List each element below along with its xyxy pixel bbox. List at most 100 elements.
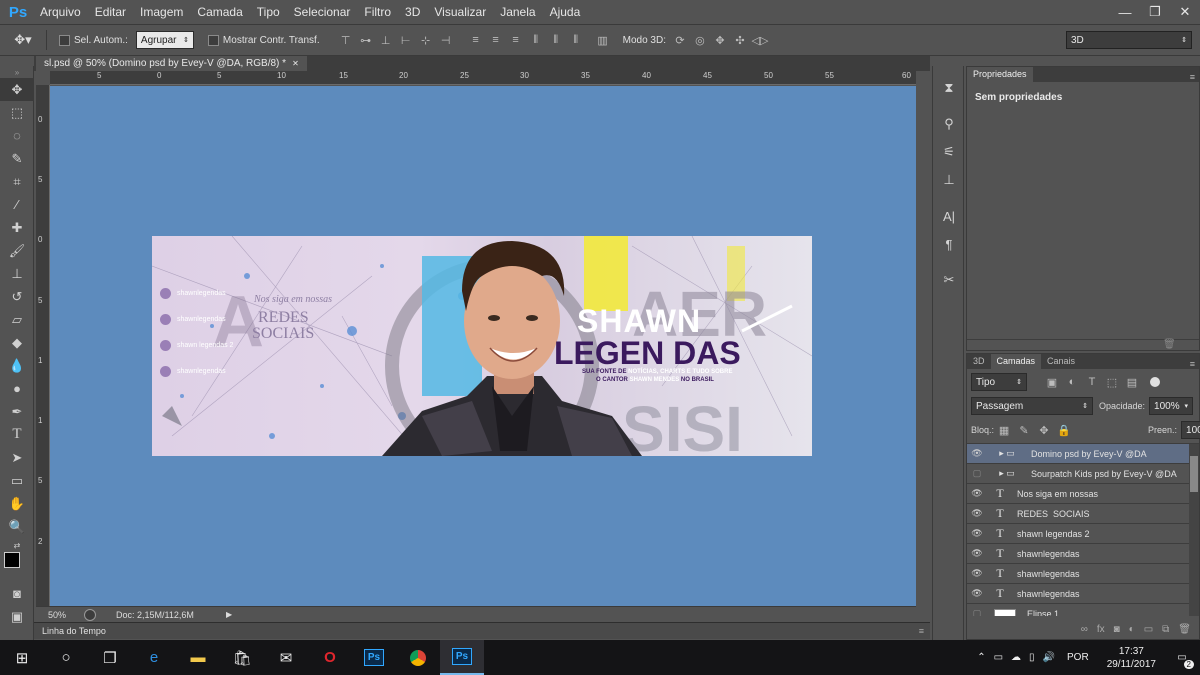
distribute-hcenter-icon[interactable]: ⫴ (549, 33, 563, 47)
eye-icon[interactable]: 👁 (967, 508, 987, 519)
panel-menu-icon[interactable]: ≡ (919, 626, 924, 636)
align-hcenter-icon[interactable]: ⊹ (419, 33, 433, 47)
eye-icon[interactable]: 👁 (967, 568, 987, 579)
zoom-tool-icon[interactable]: 🔍 (0, 515, 34, 538)
clone-stamp-tool-icon[interactable]: ⊥ (0, 262, 34, 285)
roll-3d-icon[interactable]: ◎ (693, 33, 707, 47)
screen-mode-icon[interactable]: ▣ (0, 605, 34, 628)
eye-icon[interactable]: 👁 (967, 488, 987, 499)
type-tool-icon[interactable]: T (0, 423, 34, 446)
menu-camada[interactable]: Camada (190, 0, 249, 24)
canvas-area[interactable]: A AER SISI shawnlegendas shawnlegendas s… (50, 86, 916, 607)
layer-row[interactable]: 👁 T REDES SOCIAIS (967, 504, 1189, 524)
swap-colors-icon[interactable]: ⇄ (0, 538, 34, 552)
menu-visualizar[interactable]: Visualizar (427, 0, 493, 24)
eye-icon[interactable]: 👁 (967, 548, 987, 559)
align-left-icon[interactable]: ⊢ (399, 33, 413, 47)
action-center-button[interactable]: ▭ 2 (1164, 640, 1200, 675)
task-view-icon[interactable]: ❐ (88, 640, 132, 675)
menu-3d[interactable]: 3D (398, 0, 427, 24)
menu-imagem[interactable]: Imagem (133, 0, 190, 24)
clock[interactable]: 17:37 29/11/2017 (1107, 645, 1156, 671)
file-explorer-icon[interactable]: ▬ (176, 640, 220, 675)
layer-row[interactable]: 👁 Tshawn legendas 2 (967, 524, 1189, 544)
quick-mask-icon[interactable]: ◙ (0, 582, 34, 605)
layer-row[interactable]: 👁 Tshawnlegendas (967, 564, 1189, 584)
align-right-icon[interactable]: ⊣ (439, 33, 453, 47)
eye-icon[interactable]: 👁 (967, 448, 987, 459)
menu-selecionar[interactable]: Selecionar (287, 0, 358, 24)
lock-transparent-icon[interactable]: ▦ (997, 423, 1011, 437)
auto-select-group-dropdown[interactable]: Agrupar ⇕ (135, 31, 194, 49)
eyedropper-tool-icon[interactable]: ⁄ (0, 193, 34, 216)
opacity-input[interactable]: 100% ▾ (1149, 397, 1194, 415)
link-icon[interactable]: ∞ (1081, 624, 1088, 635)
volume-icon[interactable]: 🔊 (1043, 652, 1055, 663)
menu-arquivo[interactable]: Arquivo (33, 0, 88, 24)
artwork-banner[interactable]: A AER SISI shawnlegendas shawnlegendas s… (152, 236, 812, 456)
menu-editar[interactable]: Editar (88, 0, 133, 24)
lock-all-icon[interactable]: 🔒 (1057, 423, 1071, 437)
distribute-top-icon[interactable]: ≡ (469, 33, 483, 47)
path-selection-tool-icon[interactable]: ➤ (0, 446, 34, 469)
layers-scrollbar[interactable] (1189, 444, 1199, 616)
battery-icon[interactable]: ▯ (1029, 652, 1035, 663)
language-indicator[interactable]: POR (1067, 652, 1089, 663)
paragraph-panel-icon[interactable]: ¶ (933, 230, 965, 258)
filter-pixel-icon[interactable]: ▣ (1045, 375, 1059, 389)
fx-icon[interactable]: fx (1097, 624, 1105, 635)
workspace-dropdown[interactable]: 3D ⇕ (1066, 31, 1192, 49)
distribute-vcenter-icon[interactable]: ≡ (489, 33, 503, 47)
windows-start-icon[interactable]: ⊞ (0, 640, 44, 675)
blend-mode-dropdown[interactable]: Passagem ⇕ (971, 397, 1093, 415)
distribute-right-icon[interactable]: ⫴ (569, 33, 583, 47)
eye-icon[interactable]: 👁 (967, 528, 987, 539)
menu-ajuda[interactable]: Ajuda (543, 0, 588, 24)
dodge-tool-icon[interactable]: ● (0, 377, 34, 400)
lasso-tool-icon[interactable]: ◌ (0, 124, 34, 147)
tab-3d[interactable]: 3D (967, 354, 991, 369)
drag-3d-icon[interactable]: ✥ (713, 33, 727, 47)
rectangle-tool-icon[interactable]: ▭ (0, 469, 34, 492)
orbit-3d-icon[interactable]: ⟳ (673, 33, 687, 47)
tab-camadas[interactable]: Camadas (990, 354, 1042, 369)
brush-presets-icon[interactable]: ⚲ (933, 110, 965, 138)
layer-row[interactable]: 👁 ▸ ▭ Domino psd by Evey-V @DA (967, 444, 1189, 464)
blur-tool-icon[interactable]: 💧 (0, 354, 34, 377)
healing-brush-tool-icon[interactable]: ✚ (0, 216, 34, 239)
layer-row[interactable]: ▢ Elipse 1 (967, 604, 1189, 616)
visibility-off-box[interactable]: ▢ (967, 608, 987, 616)
fill-input[interactable]: 100% ▾ (1181, 421, 1200, 439)
collapse-icon[interactable]: » (0, 66, 34, 78)
brush-panel-icon[interactable]: ⚟ (933, 138, 965, 166)
filter-type-icon[interactable]: T (1085, 375, 1099, 389)
layer-row[interactable]: 👁 Tshawnlegendas (967, 584, 1189, 604)
move-tool-preset-icon[interactable]: ✥▾ (0, 32, 46, 48)
history-panel-icon[interactable]: ⧗ (933, 74, 965, 102)
clone-source-icon[interactable]: ⊥ (933, 166, 965, 194)
trash-icon[interactable]: 🗑 (1178, 624, 1191, 635)
document-tab[interactable]: sl.psd @ 50% (Domino psd by Evey-V @DA, … (36, 56, 307, 71)
chevron-up-icon[interactable]: ⌃ (977, 652, 985, 663)
filter-shape-icon[interactable]: ⬚ (1105, 375, 1119, 389)
layer-row[interactable]: ▢ ▸ ▭ Sourpatch Kids psd by Evey-V @DA (967, 464, 1189, 484)
cloud-icon[interactable]: ☁ (1011, 652, 1021, 663)
store-icon[interactable]: 🛍 (220, 640, 264, 675)
new-layer-icon[interactable]: ⧉ (1162, 624, 1169, 635)
filter-adjustment-icon[interactable]: ◐ (1065, 375, 1079, 389)
photoshop-taskbar-icon[interactable]: Ps (352, 640, 396, 675)
layer-row[interactable]: 👁 T Nos siga em nossas (967, 484, 1189, 504)
eye-icon[interactable]: 👁 (967, 588, 987, 599)
mask-icon[interactable]: ◙ (1114, 624, 1120, 635)
character-panel-icon[interactable]: A| (933, 202, 965, 230)
align-bottom-icon[interactable]: ⊥ (379, 33, 393, 47)
eraser-tool-icon[interactable]: ▱ (0, 308, 34, 331)
kind-filter-dropdown[interactable]: Tipo ⇕ (971, 373, 1027, 391)
network-icon[interactable]: ▭ (994, 652, 1003, 663)
filter-smart-icon[interactable]: ▤ (1125, 375, 1139, 389)
scrollbar-thumb[interactable] (1190, 456, 1198, 492)
share-icon[interactable] (84, 608, 96, 621)
distribute-bottom-icon[interactable]: ≡ (509, 33, 523, 47)
align-vcenter-icon[interactable]: ⊶ (359, 33, 373, 47)
chrome-icon[interactable] (396, 640, 440, 675)
